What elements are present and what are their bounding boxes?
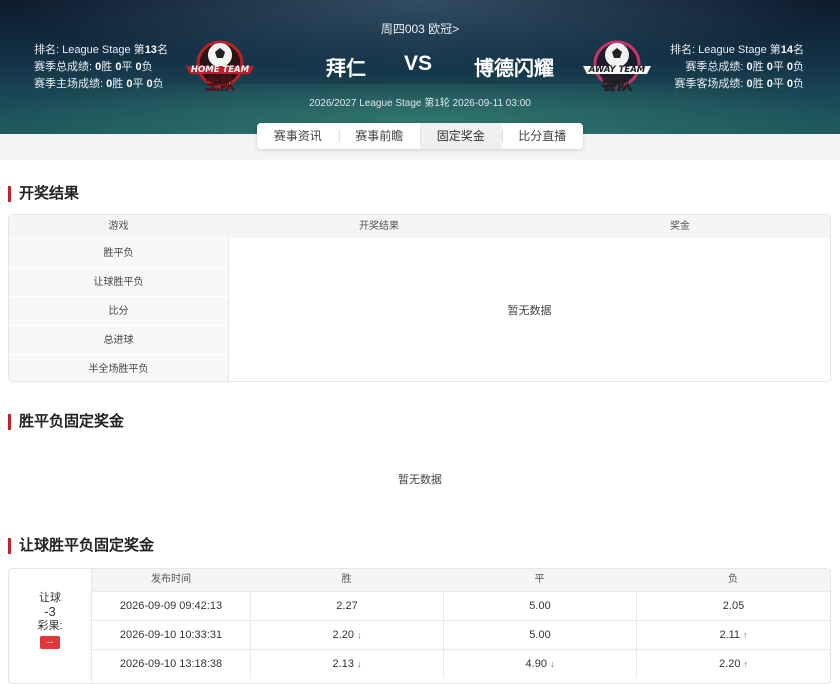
tab-news[interactable]: 赛事资讯 [257, 123, 339, 149]
table-row: 2026-09-10 13:18:38 2.13 ↓ 4.90 ↓ 2.20 ↑ [92, 649, 830, 678]
draw-odds-cell: 5.00 [443, 592, 636, 620]
arrow-down-icon: ↓ [356, 659, 362, 669]
svg-text:HOME TEAM: HOME TEAM [191, 65, 250, 75]
loss-odds-cell: 2.05 [636, 592, 830, 620]
wdl-section-title: 胜平负固定奖金 [8, 414, 124, 430]
publish-time-cell-value: 2026-09-10 10:33:31 [119, 629, 223, 641]
win-odds-cell: 2.13 ↓ [250, 650, 443, 678]
arrow-down-icon: ↓ [356, 630, 362, 640]
wdl-no-data: 暂无数据 [398, 474, 442, 486]
publish-time-cell-value: 2026-09-09 09:42:13 [119, 600, 223, 612]
handicap-rows: 2026-09-09 09:42:13 2.27 5.00 2.05 2026-09-1… [92, 591, 830, 678]
game-row: 半全场胜平负 [9, 354, 229, 381]
header-game: 游戏 [108, 221, 129, 232]
home-venue-record: 赛季主场成绩: 0胜 0平 0负 [34, 78, 164, 90]
handicap-header: 发布时间 胜 平 负 [92, 569, 830, 591]
game-row: 胜平负 [9, 238, 229, 267]
results-section-title: 开奖结果 [8, 186, 79, 202]
match-header: 周四003 欧冠> 排名: League Stage 第13名 赛季总成绩: 0… [0, 0, 840, 134]
handicap-odds-grid: 发布时间 胜 平 负 2026-09-09 09:42:13 2.27 5.00 2.… [92, 569, 830, 678]
home-team-badge: HOME TEAM 主队 [186, 40, 254, 93]
win-odds-cell-value: 2.13 [332, 658, 354, 670]
arrow-up-icon: ↑ [743, 630, 748, 640]
results-table: 游戏 开奖结果 奖金 胜平负 让球胜平负 比分 总进球 半全场胜平负 暂无数据 [8, 214, 831, 382]
publish-time-cell: 2026-09-09 09:42:13 [92, 592, 250, 620]
publish-time-cell: 2026-09-10 13:18:38 [92, 650, 250, 678]
game-row: 让球胜平负 [9, 267, 229, 296]
table-row: 2026-09-10 10:33:31 2.20 ↓ 5.00 2.11 ↑ [92, 620, 830, 649]
loss-odds-cell: 2.20 ↑ [636, 650, 830, 678]
table-row: 2026-09-09 09:42:13 2.27 5.00 2.05 [92, 591, 830, 620]
away-team-info: 排名: League Stage 第14名 赛季总成绩: 0胜 0平 0负 赛季… [670, 42, 804, 93]
match-date: 2026/2027 League Stage 第1轮 2026-09-11 03… [309, 98, 531, 109]
svg-text:主队: 主队 [205, 75, 236, 93]
header-result: 开奖结果 [359, 221, 399, 232]
game-list: 胜平负 让球胜平负 比分 总进球 半全场胜平负 [9, 238, 229, 381]
win-odds-cell: 2.27 [250, 592, 443, 620]
result-badge: -- [40, 636, 60, 649]
header-win: 胜 [341, 574, 352, 585]
win-odds-cell-value: 2.27 [336, 600, 358, 612]
away-season-record: 赛季总成绩: 0胜 0平 0负 [685, 61, 804, 73]
away-venue-record: 赛季客场成绩: 0胜 0平 0负 [674, 78, 804, 90]
handicap-label: 让球 [39, 592, 61, 604]
results-no-data: 暂无数据 [507, 304, 552, 317]
main-content: 开奖结果 游戏 开奖结果 奖金 胜平负 让球胜平负 比分 总进球 半全场胜平负 … [0, 160, 840, 684]
result-label: 彩果: [37, 620, 63, 632]
home-team-name[interactable]: 拜仁 [326, 52, 366, 81]
competition-link[interactable]: 周四003 欧冠> [0, 20, 840, 37]
away-team-badge: AWAY TEAM 客队 [583, 40, 651, 93]
vs-label: VS [404, 52, 433, 75]
loss-odds-cell-value: 2.05 [722, 600, 745, 612]
win-odds-cell: 2.20 ↓ [250, 621, 443, 649]
tab-fixed-odds[interactable]: 固定奖金 [420, 123, 502, 149]
home-team-info: 排名: League Stage 第13名 赛季总成绩: 0胜 0平 0负 赛季… [34, 42, 168, 93]
handicap-section-title: 让球胜平负固定奖金 [8, 538, 154, 554]
publish-time-cell: 2026-09-10 10:33:31 [92, 621, 250, 649]
game-row: 比分 [9, 296, 229, 325]
draw-odds-cell-value: 4.90 [525, 658, 547, 670]
loss-odds-cell-value: 2.11 [719, 629, 741, 641]
home-season-record: 赛季总成绩: 0胜 0平 0负 [34, 61, 153, 73]
game-row: 总进球 [9, 325, 229, 354]
results-table-header: 游戏 开奖结果 奖金 [9, 215, 830, 238]
svg-text:AWAY TEAM: AWAY TEAM [588, 65, 646, 75]
header-loss: 负 [728, 574, 738, 585]
draw-odds-cell: 4.90 ↓ [443, 650, 636, 678]
draw-odds-cell-value: 5.00 [529, 629, 551, 641]
handicap-value: -3 [44, 604, 56, 619]
loss-odds-cell-value: 2.20 [719, 658, 741, 670]
away-rank: 排名: League Stage 第14名 [670, 44, 804, 56]
away-team-name[interactable]: 博德闪耀 [474, 52, 554, 81]
arrow-up-icon: ↑ [743, 659, 748, 669]
draw-odds-cell-value: 5.00 [529, 600, 551, 612]
tab-live-score[interactable]: 比分直播 [501, 123, 584, 149]
handicap-summary: 让球 -3 彩果: -- [9, 569, 92, 683]
header-prize: 奖金 [670, 221, 690, 232]
tab-preview[interactable]: 赛事前瞻 [338, 123, 421, 149]
handicap-table: 让球 -3 彩果: -- 发布时间 胜 平 负 2026-09-09 09:42… [8, 568, 831, 684]
win-odds-cell-value: 2.20 [332, 629, 354, 641]
home-rank: 排名: League Stage 第13名 [34, 44, 168, 56]
header-draw: 平 [534, 574, 545, 585]
tab-bar: 赛事资讯 赛事前瞻 固定奖金 比分直播 [257, 123, 583, 149]
arrow-down-icon: ↓ [549, 659, 555, 669]
draw-odds-cell: 5.00 [443, 621, 636, 649]
publish-time-cell-value: 2026-09-10 13:18:38 [119, 658, 223, 670]
header-time: 发布时间 [151, 574, 191, 585]
svg-text:客队: 客队 [601, 75, 633, 93]
loss-odds-cell: 2.11 ↑ [636, 621, 830, 649]
